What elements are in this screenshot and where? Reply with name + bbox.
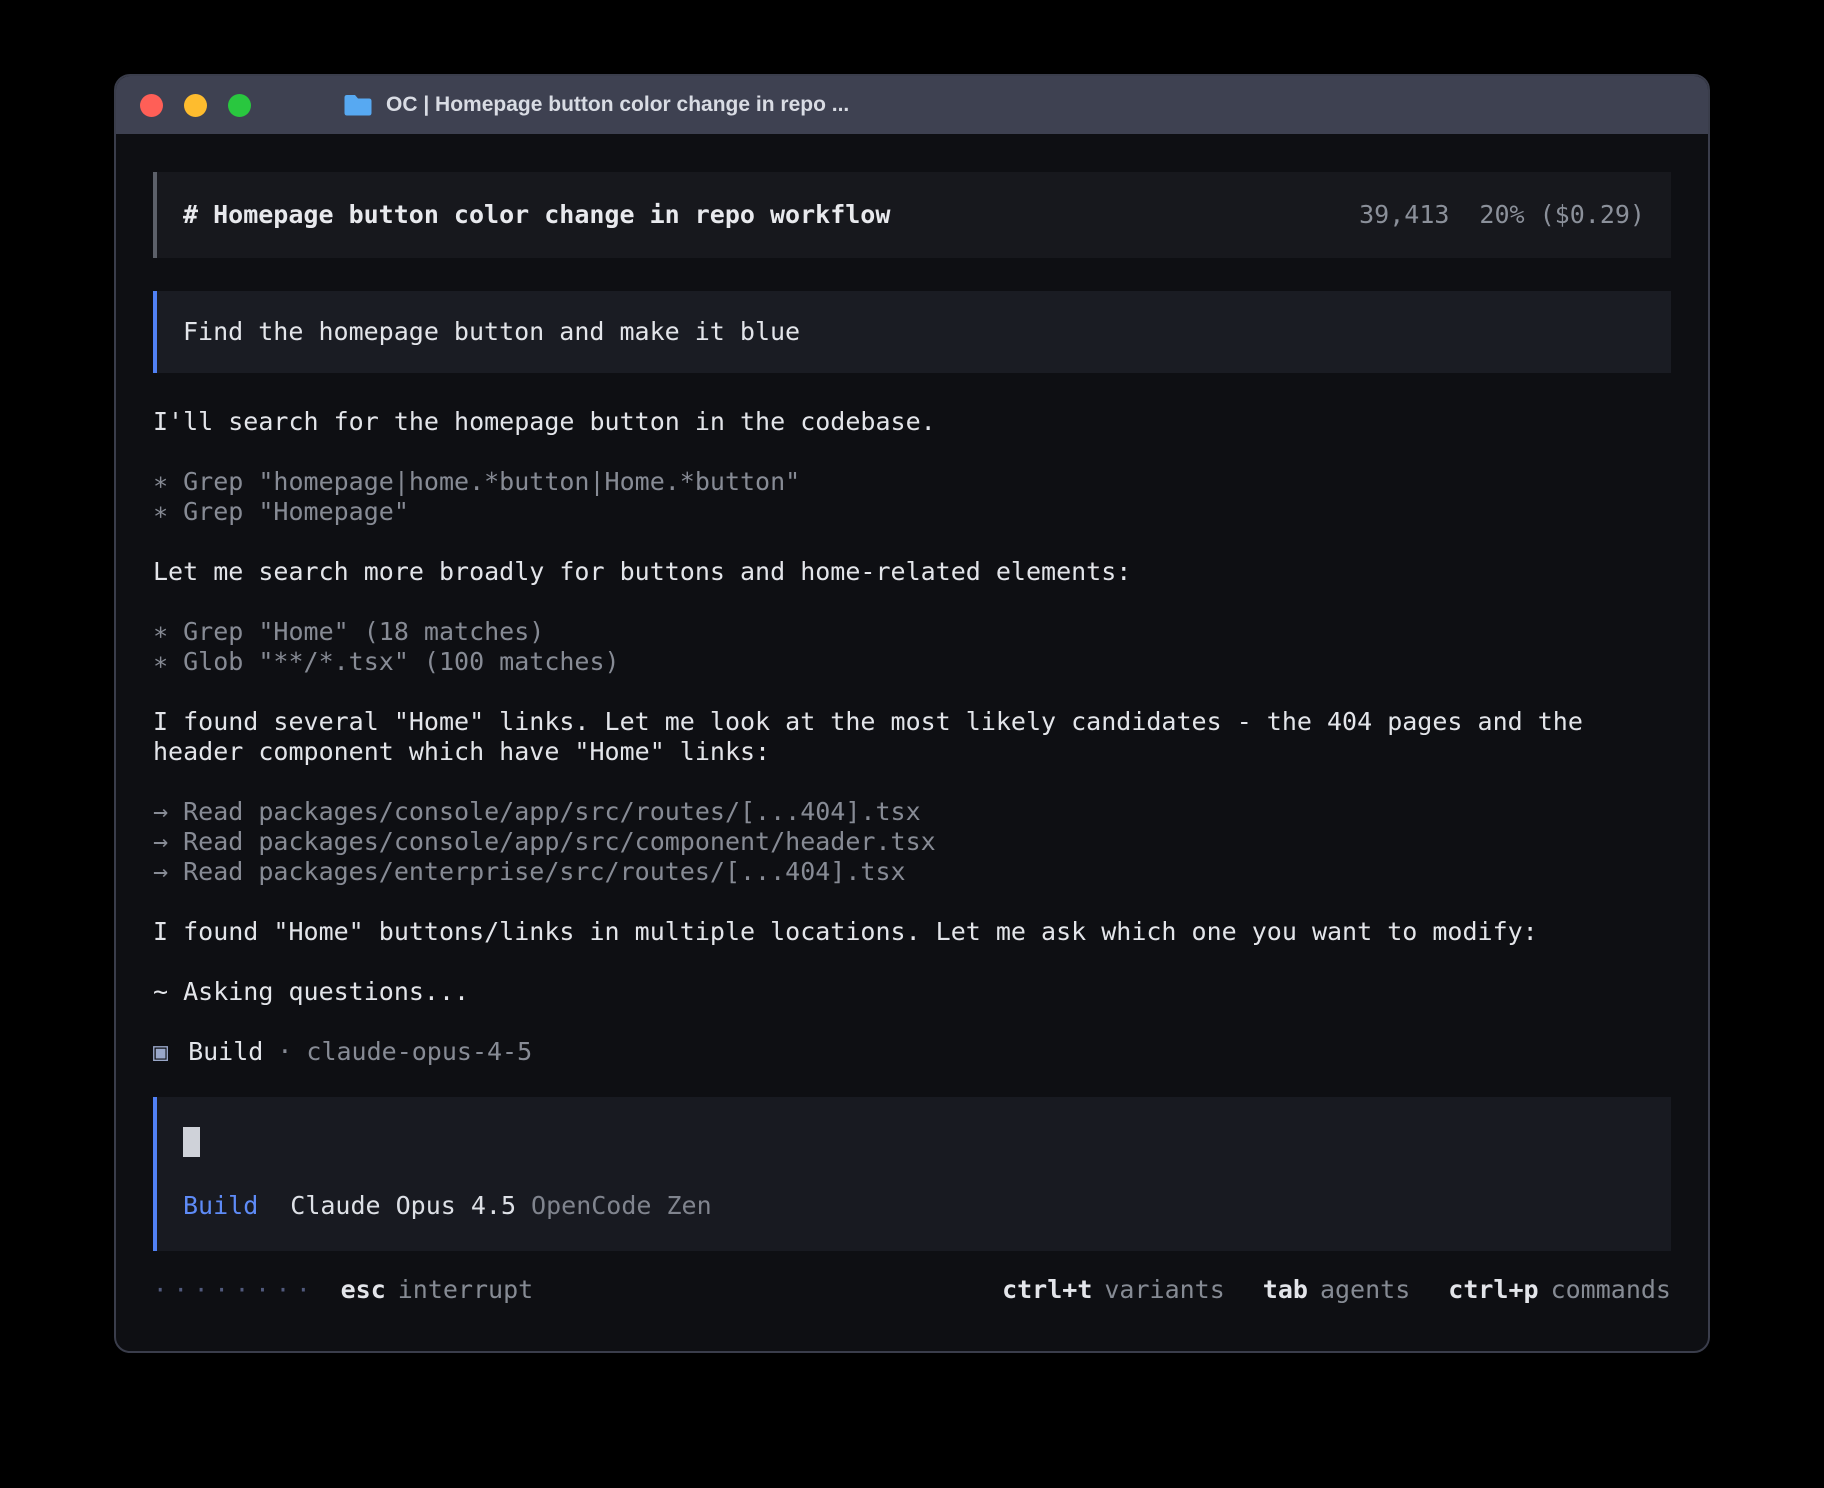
hint-label: interrupt xyxy=(398,1275,533,1304)
tool-call-line: ∗ Grep "homepage|home.*button|Home.*butt… xyxy=(153,467,1671,497)
file-read-line: → Read packages/console/app/src/componen… xyxy=(153,827,1671,857)
user-message-text: Find the homepage button and make it blu… xyxy=(183,317,800,346)
hint-commands: ctrl+p commands xyxy=(1448,1275,1671,1305)
spinner-icon: ········ xyxy=(153,1275,317,1305)
assistant-paragraph: ~ Asking questions... xyxy=(153,977,1671,1007)
agent-model: claude-opus-4-5 xyxy=(306,1037,532,1066)
file-read-line: → Read packages/enterprise/src/routes/[.… xyxy=(153,857,1671,887)
provider-label: OpenCode Zen xyxy=(531,1191,712,1220)
assistant-status-line: ~ Asking questions... xyxy=(153,977,1671,1007)
tool-call-line: ∗ Glob "**/*.tsx" (100 matches) xyxy=(153,647,1671,677)
minimize-button[interactable] xyxy=(184,94,207,117)
assistant-paragraph: Let me search more broadly for buttons a… xyxy=(153,557,1671,587)
traffic-lights xyxy=(140,94,251,117)
agent-name: Build xyxy=(188,1037,263,1066)
file-read-group: → Read packages/console/app/src/routes/[… xyxy=(153,797,1671,887)
tool-call-group: ∗ Grep "Home" (18 matches) ∗ Glob "**/*.… xyxy=(153,617,1671,677)
hint-label: agents xyxy=(1320,1275,1410,1304)
token-count: 39,413 xyxy=(1359,200,1449,229)
session-header: # Homepage button color change in repo w… xyxy=(153,172,1671,258)
user-message: Find the homepage button and make it blu… xyxy=(153,291,1671,373)
hint-label: variants xyxy=(1104,1275,1224,1304)
prompt-input[interactable]: Build Claude Opus 4.5 OpenCode Zen xyxy=(153,1097,1671,1251)
hint-key: esc xyxy=(341,1275,386,1304)
tool-call-line: ∗ Grep "Homepage" xyxy=(153,497,1671,527)
assistant-text-line: I'll search for the homepage button in t… xyxy=(153,407,1671,437)
session-stats: 39,413 20% ($0.29) xyxy=(1359,200,1645,230)
hint-agents: tab agents xyxy=(1263,1275,1410,1305)
titlebar-title-group: OC | Homepage button color change in rep… xyxy=(343,93,849,117)
context-usage: 20% ($0.29) xyxy=(1479,200,1645,229)
model-label: Claude Opus 4.5 xyxy=(290,1191,516,1220)
window-title: OC | Homepage button color change in rep… xyxy=(386,93,849,117)
text-cursor xyxy=(183,1127,200,1157)
hint-interrupt: esc interrupt xyxy=(341,1275,534,1305)
terminal-view: # Homepage button color change in repo w… xyxy=(116,134,1708,1351)
hint-key: tab xyxy=(1263,1275,1308,1304)
status-bar-right: ctrl+t variants tab agents ctrl+p commands xyxy=(964,1275,1671,1305)
assistant-paragraph: I found "Home" buttons/links in multiple… xyxy=(153,917,1671,947)
assistant-text-line: I found "Home" buttons/links in multiple… xyxy=(153,917,1671,947)
session-title: # Homepage button color change in repo w… xyxy=(183,200,890,230)
hint-variants: ctrl+t variants xyxy=(1002,1275,1225,1305)
window-titlebar: OC | Homepage button color change in rep… xyxy=(116,76,1708,134)
file-read-line: → Read packages/console/app/src/routes/[… xyxy=(153,797,1671,827)
tool-call-line: ∗ Grep "Home" (18 matches) xyxy=(153,617,1671,647)
assistant-text-line: Let me search more broadly for buttons a… xyxy=(153,557,1671,587)
tool-call-group: ∗ Grep "homepage|home.*button|Home.*butt… xyxy=(153,467,1671,527)
close-button[interactable] xyxy=(140,94,163,117)
dot-separator-icon: · xyxy=(277,1037,292,1066)
agent-badge-icon: ▣ xyxy=(153,1037,168,1066)
assistant-transcript: I'll search for the homepage button in t… xyxy=(153,407,1671,1067)
app-window: OC | Homepage button color change in rep… xyxy=(114,74,1710,1353)
status-bar: ········ esc interrupt ctrl+t variants tab… xyxy=(153,1275,1671,1305)
hint-label: commands xyxy=(1551,1275,1671,1304)
assistant-paragraph: I found several "Home" links. Let me loo… xyxy=(153,707,1671,767)
folder-icon xyxy=(343,93,373,117)
hint-key: ctrl+t xyxy=(1002,1275,1092,1304)
mode-label: Build xyxy=(183,1191,258,1220)
agent-status-line: ▣ Build · claude-opus-4-5 xyxy=(153,1037,1671,1067)
hint-key: ctrl+p xyxy=(1448,1275,1538,1304)
assistant-paragraph: I'll search for the homepage button in t… xyxy=(153,407,1671,437)
input-status-line: Build Claude Opus 4.5 OpenCode Zen xyxy=(183,1191,1645,1221)
zoom-button[interactable] xyxy=(228,94,251,117)
assistant-text-line: I found several "Home" links. Let me loo… xyxy=(153,707,1671,767)
